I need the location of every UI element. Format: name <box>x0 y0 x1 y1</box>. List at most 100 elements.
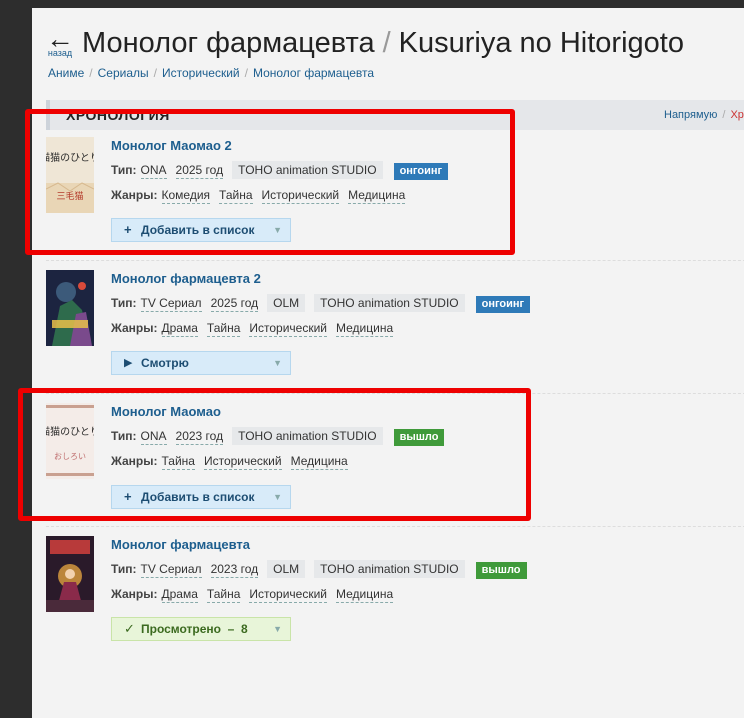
genre-tag[interactable]: Драма <box>161 586 198 603</box>
check-icon: ✓ <box>124 621 135 636</box>
type-row: Тип: TV Сериал 2023 год OLM TOHO animation S… <box>111 559 741 579</box>
chronology-title: ХРОНОЛОГИЯ <box>66 107 170 123</box>
kind-tag[interactable]: TV Сериал <box>140 295 202 312</box>
back-link[interactable]: ← назад <box>46 23 74 59</box>
type-label: Тип: <box>111 429 137 443</box>
type-row: Тип: TV Сериал 2025 год OLM TOHO animation S… <box>111 293 741 313</box>
kind-tag[interactable]: ONA <box>140 162 167 179</box>
watching-button[interactable]: ▶ Смотрю ▼ <box>111 351 291 375</box>
genres-label: Жанры: <box>111 454 158 468</box>
dropdown-arrow-icon[interactable]: ▼ <box>273 486 282 508</box>
genre-tag[interactable]: Тайна <box>161 453 195 470</box>
entry-title-link[interactable]: Монолог фармацевта <box>111 536 250 554</box>
dropdown-arrow-icon[interactable]: ▼ <box>273 618 282 640</box>
entry-title-link[interactable]: Монолог Маомао <box>111 403 221 421</box>
chronology-header: ХРОНОЛОГИЯ Напрямую / Хр <box>46 100 744 130</box>
dropdown-arrow-icon[interactable]: ▼ <box>273 352 282 374</box>
poster-title-text: 猫猫のひとり <box>46 425 94 438</box>
genres-row: Жанры: Драма Тайна Исторический Медицина <box>111 584 741 604</box>
status-badge: онгоинг <box>393 163 449 180</box>
entry-title-link[interactable]: Монолог фармацевта 2 <box>111 270 261 288</box>
add-to-list-button[interactable]: + Добавить в список ▼ <box>111 218 291 242</box>
page-title: Монолог фармацевта / Kusuriya no Hitorigot… <box>82 25 684 61</box>
genre-tag[interactable]: Медицина <box>290 453 348 470</box>
entry-divider <box>46 260 744 261</box>
button-label: Добавить в список <box>141 490 255 504</box>
status-badge: онгоинг <box>475 296 531 313</box>
year-tag[interactable]: 2023 год <box>210 561 259 578</box>
year-tag[interactable]: 2025 год <box>210 295 259 312</box>
type-label: Тип: <box>111 296 137 310</box>
breadcrumb: Аниме / Сериалы / Исторический / Монолог фарма… <box>48 66 374 80</box>
type-label: Тип: <box>111 163 137 177</box>
add-to-list-button[interactable]: + Добавить в список ▼ <box>111 485 291 509</box>
watched-button[interactable]: ✓ Просмотрено – 8 ▼ <box>111 617 291 641</box>
studio-tag[interactable]: TOHO animation STUDIO <box>232 161 383 179</box>
poster-image[interactable] <box>46 536 94 612</box>
breadcrumb-current[interactable]: Монолог фармацевта <box>253 66 374 80</box>
breadcrumb-series[interactable]: Сериалы <box>98 66 149 80</box>
dropdown-arrow-icon[interactable]: ▼ <box>273 219 282 241</box>
plus-icon: + <box>124 489 132 504</box>
chronology-view-links: Напрямую / Хр <box>664 109 744 121</box>
status-badge: вышло <box>393 429 445 446</box>
button-label: Добавить в список <box>141 223 255 237</box>
genre-tag[interactable]: Исторический <box>249 586 327 603</box>
breadcrumb-anime[interactable]: Аниме <box>48 66 84 80</box>
title-romaji: Kusuriya no Hitorigoto <box>398 27 684 59</box>
button-label: Смотрю <box>141 356 189 370</box>
genres-label: Жанры: <box>111 587 158 601</box>
entry-title-link[interactable]: Монолог Маомао 2 <box>111 137 232 155</box>
poster-image[interactable]: 猫猫のひとり 三毛猫 <box>46 137 94 213</box>
genre-tag[interactable]: Тайна <box>219 187 253 204</box>
poster-image[interactable]: 猫猫のひとり おしろい <box>46 403 94 479</box>
genre-tag[interactable]: Исторический <box>249 320 327 337</box>
view-direct-link[interactable]: Напрямую <box>664 109 717 121</box>
studio-tag[interactable]: OLM <box>267 294 306 312</box>
studio-tag[interactable]: TOHO animation STUDIO <box>314 294 465 312</box>
type-row: Тип: ONA 2023 год TOHO animation STUDIO вышл… <box>111 426 741 446</box>
title-separator: / <box>382 27 391 59</box>
genre-tag[interactable]: Драма <box>161 320 198 337</box>
poster-subtitle-text: 三毛猫 <box>56 190 83 202</box>
view-chronology-link[interactable]: Хр <box>730 109 743 121</box>
title-russian: Монолог фармацевта <box>82 27 375 59</box>
studio-tag[interactable]: TOHO animation STUDIO <box>314 560 465 578</box>
page: ← назад Монолог фармацевта / Kusuriya no H… <box>32 8 744 718</box>
studio-tag[interactable]: OLM <box>267 560 306 578</box>
kind-tag[interactable]: TV Сериал <box>140 561 202 578</box>
entry-divider <box>46 526 744 527</box>
entry-info: Монолог фармацевта 2 Тип: TV Сериал 2025 г… <box>111 270 741 338</box>
genre-tag[interactable]: Медицина <box>336 586 394 603</box>
genre-tag[interactable]: Тайна <box>206 586 241 603</box>
poster-image[interactable] <box>46 270 94 346</box>
studio-tag[interactable]: TOHO animation STUDIO <box>232 427 383 445</box>
play-icon: ▶ <box>124 357 133 369</box>
genres-label: Жанры: <box>111 321 158 335</box>
button-label: Просмотрено – 8 <box>141 622 248 636</box>
type-label: Тип: <box>111 562 137 576</box>
genre-tag[interactable]: Медицина <box>348 187 406 204</box>
kind-tag[interactable]: ONA <box>140 428 167 445</box>
genres-row: Жанры: Комедия Тайна Исторический Медицина <box>111 185 741 205</box>
genre-tag[interactable]: Комедия <box>161 187 211 204</box>
genres-row: Жанры: Тайна Исторический Медицина <box>111 451 741 471</box>
genre-tag[interactable]: Исторический <box>261 187 340 204</box>
breadcrumb-separator: / <box>153 66 157 80</box>
entry-info: Монолог фармацевта Тип: TV Сериал 2023 год… <box>111 536 741 604</box>
poster-subtitle-text: おしろい <box>54 452 86 461</box>
type-row: Тип: ONA 2025 год TOHO animation STUDIO онго… <box>111 160 741 180</box>
year-tag[interactable]: 2025 год <box>175 162 224 179</box>
status-badge: вышло <box>475 562 527 579</box>
breadcrumb-historical[interactable]: Исторический <box>162 66 240 80</box>
genre-tag[interactable]: Медицина <box>336 320 394 337</box>
breadcrumb-separator: / <box>244 66 248 80</box>
genres-row: Жанры: Драма Тайна Исторический Медицина <box>111 318 741 338</box>
genre-tag[interactable]: Исторический <box>203 453 282 470</box>
genres-label: Жанры: <box>111 188 158 202</box>
back-arrow-icon: ← <box>46 23 74 54</box>
genre-tag[interactable]: Тайна <box>206 320 241 337</box>
year-tag[interactable]: 2023 год <box>175 428 224 445</box>
breadcrumb-separator: / <box>89 66 93 80</box>
poster-title-text: 猫猫のひとり <box>46 151 94 164</box>
